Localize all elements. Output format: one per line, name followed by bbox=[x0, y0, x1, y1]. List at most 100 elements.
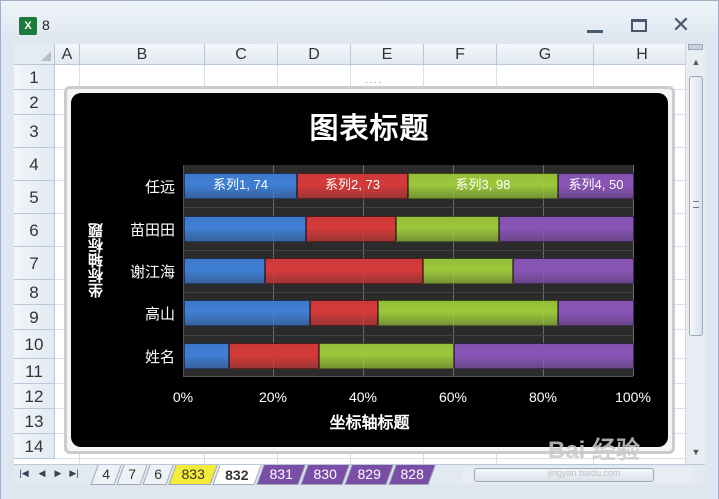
first-sheet-icon[interactable]: |◀ bbox=[18, 468, 30, 479]
row-header[interactable]: 9 bbox=[14, 305, 55, 330]
bar-segment[interactable] bbox=[184, 216, 306, 242]
scroll-down-arrow[interactable]: ▼ bbox=[686, 444, 706, 460]
x-tick-label: 60% bbox=[438, 389, 468, 405]
chart-frame[interactable]: ···· 图表标题 坐标轴标题 坐标轴标题 系列1, 74 系列2, 73 系列3, 98 系… bbox=[64, 77, 675, 454]
row-header[interactable]: 12 bbox=[14, 384, 55, 409]
resize-handle[interactable]: ···· bbox=[365, 77, 382, 88]
sheet-tab-label: 829 bbox=[357, 466, 381, 482]
row-header[interactable]: 5 bbox=[14, 181, 55, 214]
sheet-tab[interactable]: 830 bbox=[300, 465, 350, 485]
category-label: 姓名 bbox=[144, 348, 175, 366]
x-tick-label: 0% bbox=[172, 389, 194, 405]
row-header[interactable]: 11 bbox=[14, 359, 55, 384]
column-header[interactable]: A bbox=[55, 44, 80, 65]
sheet-tab-label: 831 bbox=[269, 466, 293, 482]
row-header[interactable]: 2 bbox=[14, 90, 55, 115]
sheet-tab[interactable]: 829 bbox=[344, 465, 394, 485]
row-header[interactable]: 7 bbox=[14, 247, 55, 280]
sheet-tab[interactable]: 831 bbox=[256, 465, 306, 485]
gridline-horizontal bbox=[184, 292, 633, 293]
plot-area[interactable]: 系列1, 74 系列2, 73 系列3, 98 系列4, 50 bbox=[183, 165, 634, 377]
bar-segment[interactable] bbox=[513, 258, 634, 284]
sheet-tab-label: 832 bbox=[225, 467, 249, 483]
bar-segment[interactable] bbox=[184, 258, 265, 284]
prev-sheet-icon[interactable]: ◀ bbox=[36, 468, 48, 479]
column-header[interactable]: E bbox=[351, 44, 424, 65]
bar-segment[interactable] bbox=[265, 258, 423, 284]
vertical-scrollbar[interactable]: ▲ ▼ bbox=[685, 44, 705, 464]
bar-segment[interactable] bbox=[184, 300, 310, 326]
column-header[interactable]: B bbox=[80, 44, 205, 65]
minimize-button[interactable] bbox=[581, 13, 609, 37]
column-header[interactable]: G bbox=[497, 44, 594, 65]
sheet-tab-label: 4 bbox=[102, 466, 111, 482]
row-header[interactable]: 1 bbox=[14, 65, 55, 90]
gridline-horizontal bbox=[184, 207, 633, 208]
watermark-url: jingyan.baidu.com bbox=[548, 468, 621, 478]
sheet-tab[interactable]: 833 bbox=[168, 465, 218, 485]
bar-segment[interactable] bbox=[558, 300, 634, 326]
window-title: 8 bbox=[42, 17, 50, 33]
row-header[interactable]: 4 bbox=[14, 148, 55, 181]
excel-icon[interactable]: X bbox=[19, 14, 41, 35]
sheet-tab-label: 7 bbox=[128, 466, 137, 482]
x-tick-label: 100% bbox=[615, 389, 651, 405]
sheet-tab-label: 6 bbox=[154, 466, 163, 482]
sheet-tab[interactable]: 832 bbox=[212, 465, 262, 485]
select-all-corner[interactable] bbox=[14, 44, 55, 65]
worksheet-grid[interactable]: A B C D E F G H 1 2 3 4 5 6 7 8 9 10 11 12 13 14 ···· 图表标题 坐标轴标题… bbox=[14, 44, 685, 464]
column-header[interactable]: C bbox=[205, 44, 278, 65]
vertical-scroll-thumb[interactable] bbox=[689, 76, 703, 336]
minimize-icon bbox=[587, 30, 603, 33]
row-header[interactable]: 3 bbox=[14, 115, 55, 148]
bar-segment[interactable] bbox=[396, 216, 499, 242]
bar-segment[interactable] bbox=[184, 343, 229, 369]
sheet-tab[interactable]: 828 bbox=[388, 465, 436, 485]
title-bar: X 8 ✕ bbox=[1, 1, 718, 45]
column-header[interactable]: H bbox=[594, 44, 685, 65]
column-header[interactable]: D bbox=[278, 44, 351, 65]
status-bar bbox=[1, 485, 718, 499]
column-header[interactable]: F bbox=[424, 44, 497, 65]
data-label[interactable]: 系列3, 98 bbox=[408, 173, 558, 199]
x-tick-label: 20% bbox=[258, 389, 288, 405]
sheet-tab-label: 830 bbox=[313, 466, 337, 482]
bar-segment[interactable] bbox=[423, 258, 513, 284]
grip-icon bbox=[693, 201, 699, 208]
bar-chart[interactable]: 图表标题 坐标轴标题 坐标轴标题 系列1, 74 系列2, 73 系列3, 98 系列4, … bbox=[71, 93, 668, 447]
bar-segment[interactable] bbox=[454, 343, 634, 369]
maximize-button[interactable] bbox=[625, 13, 653, 37]
row-header[interactable]: 6 bbox=[14, 214, 55, 247]
category-label: 任远 bbox=[144, 178, 175, 196]
data-label[interactable]: 系列2, 73 bbox=[297, 173, 408, 199]
bar-segment[interactable] bbox=[306, 216, 396, 242]
close-button[interactable]: ✕ bbox=[667, 13, 695, 37]
watermark-logo: Bai 经验 bbox=[548, 437, 641, 464]
next-sheet-icon[interactable]: ▶ bbox=[52, 468, 64, 479]
bar-segment[interactable] bbox=[499, 216, 634, 242]
bar-segment[interactable] bbox=[310, 300, 378, 326]
gridline-horizontal bbox=[184, 335, 633, 336]
gridline-horizontal bbox=[184, 250, 633, 251]
row-header[interactable]: 13 bbox=[14, 409, 55, 434]
x-tick-label: 40% bbox=[348, 389, 378, 405]
bar-segment[interactable] bbox=[229, 343, 319, 369]
data-label[interactable]: 系列1, 74 bbox=[184, 173, 297, 199]
maximize-icon bbox=[631, 19, 647, 32]
data-label[interactable]: 系列4, 50 bbox=[558, 173, 634, 199]
category-label: 高山 bbox=[144, 305, 175, 323]
row-header[interactable]: 14 bbox=[14, 434, 55, 459]
scroll-up-arrow[interactable]: ▲ bbox=[686, 54, 706, 70]
chart-title[interactable]: 图表标题 bbox=[71, 105, 668, 147]
category-label: 谢江海 bbox=[129, 263, 175, 281]
row-header[interactable]: 10 bbox=[14, 330, 55, 359]
row-header[interactable]: 8 bbox=[14, 280, 55, 305]
split-handle[interactable] bbox=[688, 44, 703, 50]
sheet-tab-label: 833 bbox=[181, 466, 205, 482]
last-sheet-icon[interactable]: ▶| bbox=[68, 468, 80, 479]
close-icon: ✕ bbox=[671, 12, 691, 37]
x-tick-label: 80% bbox=[528, 389, 558, 405]
bar-segment[interactable] bbox=[378, 300, 558, 326]
bar-segment[interactable] bbox=[319, 343, 454, 369]
sheet-tab-label: 828 bbox=[400, 466, 424, 482]
